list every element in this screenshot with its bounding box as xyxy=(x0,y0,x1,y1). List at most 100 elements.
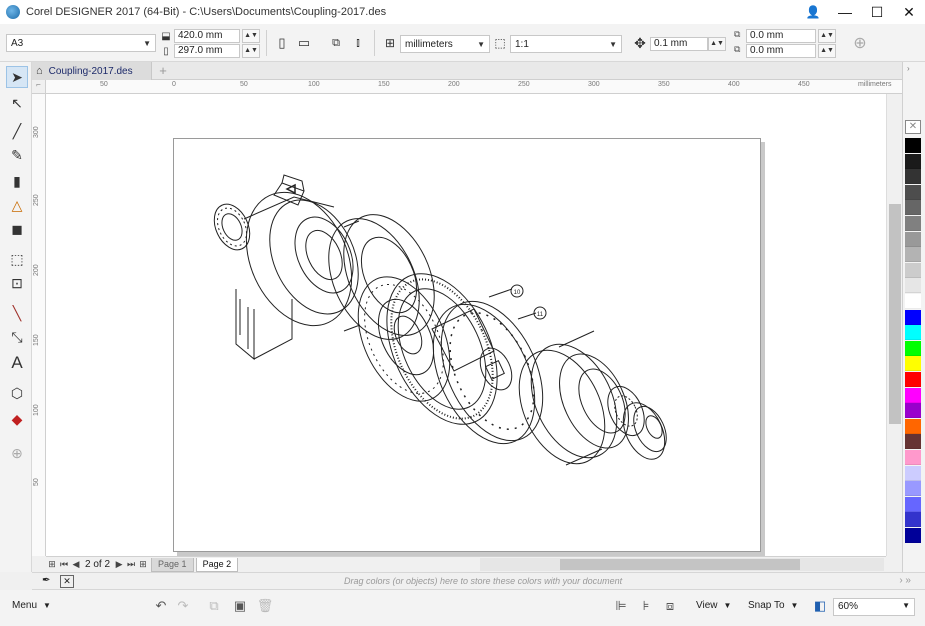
nudge-distance-field[interactable]: 0.1 mm xyxy=(650,37,708,51)
eyedropper-icon[interactable]: ✒ xyxy=(42,575,50,586)
color-swatch[interactable] xyxy=(905,278,921,294)
page-tab-2[interactable]: Page 2 xyxy=(195,557,239,572)
last-page-icon[interactable]: ⏭ xyxy=(125,559,137,570)
vertical-scroll-thumb[interactable] xyxy=(889,204,901,424)
document-page[interactable]: 10 11 xyxy=(173,138,761,552)
document-tab[interactable]: ⌂ Coupling-2017.des xyxy=(32,62,152,80)
projected-tool-icon[interactable]: ⬡ xyxy=(6,382,28,404)
no-color-swatch[interactable]: ✕ xyxy=(905,120,921,134)
insert-page-after-icon[interactable]: ⊞ xyxy=(137,559,149,570)
all-pages-icon[interactable]: ⧉ xyxy=(328,35,344,51)
connector-tool-icon[interactable]: ⤡ xyxy=(6,326,28,348)
insert-page-before-icon[interactable]: ⊞ xyxy=(46,559,58,570)
dimension-tool-icon[interactable]: ╲ xyxy=(6,302,28,324)
minimize-button[interactable]: — xyxy=(829,0,861,24)
color-swatch[interactable] xyxy=(905,216,921,231)
undo-icon[interactable]: ↶ xyxy=(153,598,169,614)
line-tool-icon[interactable]: ╱ xyxy=(6,120,28,142)
exploded-coupling-drawing[interactable]: 10 11 xyxy=(174,139,762,553)
units-select[interactable]: millimeters ▼ xyxy=(400,35,490,53)
new-tab-button[interactable]: + xyxy=(156,64,170,78)
color-swatch[interactable] xyxy=(905,231,921,247)
color-swatch[interactable] xyxy=(905,247,921,263)
color-swatch[interactable] xyxy=(905,184,921,200)
color-swatch[interactable] xyxy=(905,200,921,216)
menu-button[interactable]: Menu ▼ xyxy=(12,600,51,611)
duplicate-y-field[interactable]: 0.0 mm xyxy=(746,44,816,58)
add-icon[interactable]: ⊕ xyxy=(852,35,868,52)
page-size-select[interactable]: A3 ▼ xyxy=(6,34,156,52)
color-swatch[interactable] xyxy=(905,340,921,356)
pick-tool-icon[interactable]: ➤ xyxy=(6,66,28,88)
ruler-origin[interactable]: ⌐ xyxy=(32,80,46,94)
color-swatch[interactable] xyxy=(905,262,921,278)
color-swatch[interactable] xyxy=(905,372,921,387)
duplicate-y-spinner[interactable]: ▲▼ xyxy=(818,44,836,58)
drawing-canvas[interactable]: 10 11 xyxy=(46,94,886,556)
extrude-tool-icon[interactable]: ◼ xyxy=(6,218,28,240)
page-height-spinner[interactable]: ▲▼ xyxy=(242,44,260,58)
vertical-scrollbar[interactable] xyxy=(886,94,902,556)
view-button[interactable]: View ▼ xyxy=(696,600,731,611)
color-swatch[interactable] xyxy=(905,528,921,543)
fill-tool-icon[interactable]: ▮ xyxy=(6,170,28,192)
color-swatch[interactable] xyxy=(905,325,921,341)
redo-icon[interactable]: ↷ xyxy=(175,598,191,614)
align-icon[interactable]: ⊫ xyxy=(613,598,629,614)
color-swatch[interactable] xyxy=(905,496,921,512)
text-tool-icon[interactable]: A xyxy=(6,352,28,374)
nudge-spinner[interactable]: ▲▼ xyxy=(708,37,726,51)
no-fill-swatch[interactable]: ✕ xyxy=(60,575,74,588)
rectangle-tool-icon[interactable]: ⬚ xyxy=(6,248,28,270)
zoom-select[interactable]: 60% ▼ xyxy=(833,598,915,616)
copy-icon[interactable]: ⧉ xyxy=(206,598,222,614)
color-swatch[interactable] xyxy=(905,387,921,403)
page-width-field[interactable]: 420.0 mm xyxy=(174,29,240,43)
page-width-spinner[interactable]: ▲▼ xyxy=(242,29,260,43)
horizontal-scroll-thumb[interactable] xyxy=(560,559,800,570)
color-swatch[interactable] xyxy=(905,434,921,450)
color-swatch[interactable] xyxy=(905,512,921,528)
current-page-icon[interactable]: ⫾ xyxy=(350,35,366,51)
color-swatch[interactable] xyxy=(905,418,921,434)
artistic-media-tool-icon[interactable]: ✎ xyxy=(6,144,28,166)
portrait-icon[interactable]: ▯ xyxy=(274,35,290,51)
shape-tool-icon[interactable]: ↖ xyxy=(6,92,28,114)
order-icon[interactable]: ⧈ xyxy=(662,598,678,614)
paste-icon[interactable]: ▣ xyxy=(232,598,248,614)
color-swatch[interactable] xyxy=(905,309,921,325)
document-palette-bar[interactable]: ✒ ✕ Drag colors (or objects) here to sto… xyxy=(32,572,925,590)
zoom-to-page-icon[interactable]: ◧ xyxy=(812,598,828,614)
perspective-tool-icon[interactable]: △ xyxy=(6,194,28,216)
color-swatch[interactable] xyxy=(905,450,921,465)
interactive-fill-tool-icon[interactable]: ◆ xyxy=(6,408,28,430)
color-swatch[interactable] xyxy=(905,481,921,497)
add-tool-icon[interactable]: ⊕ xyxy=(6,442,28,464)
scale-select[interactable]: 1:1 ▼ xyxy=(510,35,622,53)
color-swatch[interactable] xyxy=(905,294,921,309)
landscape-icon[interactable]: ▭ xyxy=(296,35,312,51)
color-swatch[interactable] xyxy=(905,153,921,169)
next-page-icon[interactable]: ▶ xyxy=(113,559,125,570)
snap-to-button[interactable]: Snap To ▼ xyxy=(748,600,798,611)
horizontal-scrollbar[interactable] xyxy=(480,558,884,571)
color-swatch[interactable] xyxy=(905,403,921,419)
maximize-button[interactable]: ☐ xyxy=(861,0,893,24)
distribute-icon[interactable]: ⊧ xyxy=(638,598,654,614)
previous-page-icon[interactable]: ◀ xyxy=(70,559,82,570)
palette-expand-icon[interactable]: › xyxy=(907,64,910,73)
delete-icon[interactable]: 🗑 xyxy=(257,598,274,614)
close-button[interactable]: ✕ xyxy=(893,0,925,24)
color-swatch[interactable] xyxy=(905,138,921,153)
vertical-ruler[interactable]: 300 250 200 150 100 50 xyxy=(32,94,46,556)
crop-tool-icon[interactable]: ⊡ xyxy=(6,272,28,294)
color-swatch[interactable] xyxy=(905,356,921,372)
duplicate-x-field[interactable]: 0.0 mm xyxy=(746,29,816,43)
first-page-icon[interactable]: ⏮ xyxy=(58,559,70,570)
duplicate-x-spinner[interactable]: ▲▼ xyxy=(818,29,836,43)
scroll-right-icon[interactable]: › » xyxy=(899,575,911,586)
page-height-field[interactable]: 297.0 mm xyxy=(174,44,240,58)
color-swatch[interactable] xyxy=(905,169,921,185)
horizontal-ruler[interactable]: 50 0 50 100 150 200 250 300 350 400 450 … xyxy=(46,80,902,94)
color-swatch[interactable] xyxy=(905,465,921,481)
